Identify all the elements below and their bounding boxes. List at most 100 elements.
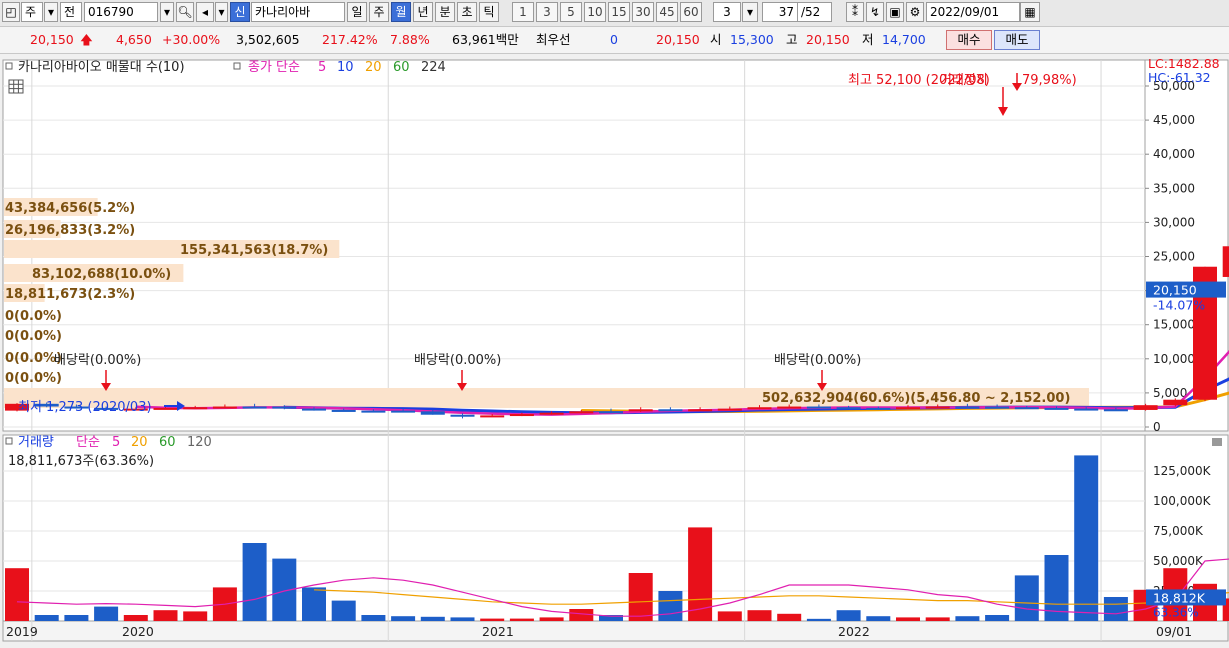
price-secondary: 20,150: [656, 32, 700, 47]
period-left-select[interactable]: 주: [21, 2, 43, 22]
volume-profile-label: 155,341,563(18.7%): [180, 243, 328, 258]
chevron-down-icon[interactable]: ▾: [160, 2, 174, 22]
stock-chart[interactable]: 50,00045,00040,00035,00030,00025,00020,0…: [0, 55, 1229, 648]
candle-body: [302, 408, 326, 411]
candle-body: [985, 406, 1010, 409]
price-yaxis-label: 0: [1153, 420, 1161, 434]
panel-close-icon[interactable]: [1212, 438, 1222, 446]
candle-body: [153, 407, 178, 410]
trade-volume: 3,502,605: [236, 32, 300, 47]
chevron-down-icon[interactable]: ▾: [215, 2, 228, 22]
candle-body: [480, 415, 505, 418]
page-counter[interactable]: 37: [762, 2, 798, 22]
calendar-icon[interactable]: ▦: [1020, 2, 1040, 22]
price-yaxis-label: 45,000: [1153, 113, 1195, 127]
sound-icon[interactable]: ◂: [196, 2, 214, 22]
candle-body: [1074, 408, 1099, 411]
priority-label: 최우선: [536, 32, 571, 47]
candle-body: [361, 410, 386, 413]
compare-icon[interactable]: ⁑: [846, 2, 864, 22]
volume-bar: [777, 613, 802, 621]
price-yaxis-label: 25,000: [1153, 250, 1195, 264]
interval-value[interactable]: 3: [713, 2, 741, 22]
volume-profile-label: 26,196,833(3.2%): [5, 223, 135, 238]
interval-tab-0[interactable]: 1: [512, 2, 534, 22]
volume-profile-label: 18,811,673(2.3%): [5, 287, 135, 302]
volume-bar: [450, 617, 475, 621]
volume-bar: [5, 568, 29, 621]
volume-bar: [539, 617, 564, 621]
page-total: /52: [798, 2, 832, 22]
volume-ma-period: 20: [131, 435, 148, 450]
date-input[interactable]: 2022/09/01: [926, 2, 1020, 22]
period-tab-2[interactable]: 월: [391, 2, 411, 22]
volume-bar: [836, 610, 861, 621]
trend-icon[interactable]: ↯: [866, 2, 884, 22]
candle-body: [242, 406, 267, 409]
candle-body: [866, 407, 891, 410]
priority-value: 0: [610, 32, 618, 47]
volume-tag-text: 18,812K: [1153, 590, 1206, 605]
period-tab-0[interactable]: 일: [347, 2, 367, 22]
sell-button[interactable]: 매도: [994, 30, 1040, 50]
current-volume-label: 18,811,673주(63.36%): [8, 454, 154, 469]
volume-bar: [183, 611, 208, 621]
candle-body: [1133, 405, 1158, 410]
interval-tab-4[interactable]: 15: [608, 2, 630, 22]
interval-tab-6[interactable]: 45: [656, 2, 678, 22]
period-tab-3[interactable]: 년: [413, 2, 433, 22]
price-change: 4,650: [116, 32, 152, 47]
interval-tab-1[interactable]: 3: [536, 2, 558, 22]
volume-bar: [628, 573, 653, 621]
up-arrow-icon: 🡅: [80, 32, 93, 47]
price-yaxis-label: 30,000: [1153, 215, 1195, 229]
market-select[interactable]: 전: [60, 2, 82, 22]
period-tab-5[interactable]: 초: [457, 2, 477, 22]
save-icon[interactable]: ▣: [886, 2, 904, 22]
stock-code-input[interactable]: 016790: [84, 2, 158, 22]
search-icon[interactable]: 🔍︎: [176, 2, 194, 22]
window-icon[interactable]: ◰: [2, 2, 20, 22]
volume-tag-pct: 63.36%: [1153, 605, 1199, 619]
volume-bar: [153, 610, 178, 621]
volume-panel: [2, 434, 1146, 622]
new-tag[interactable]: 신: [230, 2, 250, 22]
volume-ratio: 217.42%: [322, 32, 378, 47]
volume-bar: [361, 615, 386, 621]
candle-body: [1044, 407, 1069, 410]
x-axis-label: 2019: [6, 624, 38, 639]
volume-ma-period: 120: [187, 435, 212, 450]
price-yaxis-label: 15,000: [1153, 318, 1195, 332]
period-tab-1[interactable]: 주: [369, 2, 389, 22]
candle-body: [1163, 399, 1188, 406]
interval-tab-7[interactable]: 60: [680, 2, 702, 22]
price-yaxis-label: 10,000: [1153, 352, 1195, 366]
grid-icon[interactable]: [8, 79, 24, 94]
volume-profile-label: 83,102,688(10.0%): [32, 267, 171, 282]
current-price: 20,150: [30, 32, 74, 47]
interval-tab-5[interactable]: 30: [632, 2, 654, 22]
ma-legend-period: 60: [393, 60, 410, 75]
volume-bar: [896, 617, 920, 621]
low-price: 14,700: [882, 32, 926, 47]
period-tab-6[interactable]: 틱: [479, 2, 499, 22]
x-axis-bar: [2, 620, 1229, 642]
volume-panel-title: 거래량: [18, 435, 54, 450]
interval-tab-2[interactable]: 5: [560, 2, 582, 22]
price-panel-title: 카나리아바이오 매물대 수(10): [18, 60, 185, 75]
period-tab-4[interactable]: 분: [435, 2, 455, 22]
buy-button[interactable]: 매수: [946, 30, 992, 50]
candle-body: [569, 411, 594, 414]
stock-name-field[interactable]: 카나리아바: [251, 2, 345, 22]
volume-bar: [717, 611, 742, 621]
interval-tab-3[interactable]: 10: [584, 2, 606, 22]
gear-icon[interactable]: ⚙: [906, 2, 924, 22]
price-change-pct: +30.00%: [162, 32, 221, 47]
candle-body: [925, 406, 950, 409]
candle-body: [391, 410, 416, 413]
chevron-down-icon[interactable]: ▾: [742, 2, 758, 22]
volume-bar: [1014, 575, 1039, 621]
chevron-down-icon[interactable]: ▾: [44, 2, 58, 22]
candle-body: [836, 407, 861, 410]
volume-ma-period: 5: [112, 435, 120, 450]
